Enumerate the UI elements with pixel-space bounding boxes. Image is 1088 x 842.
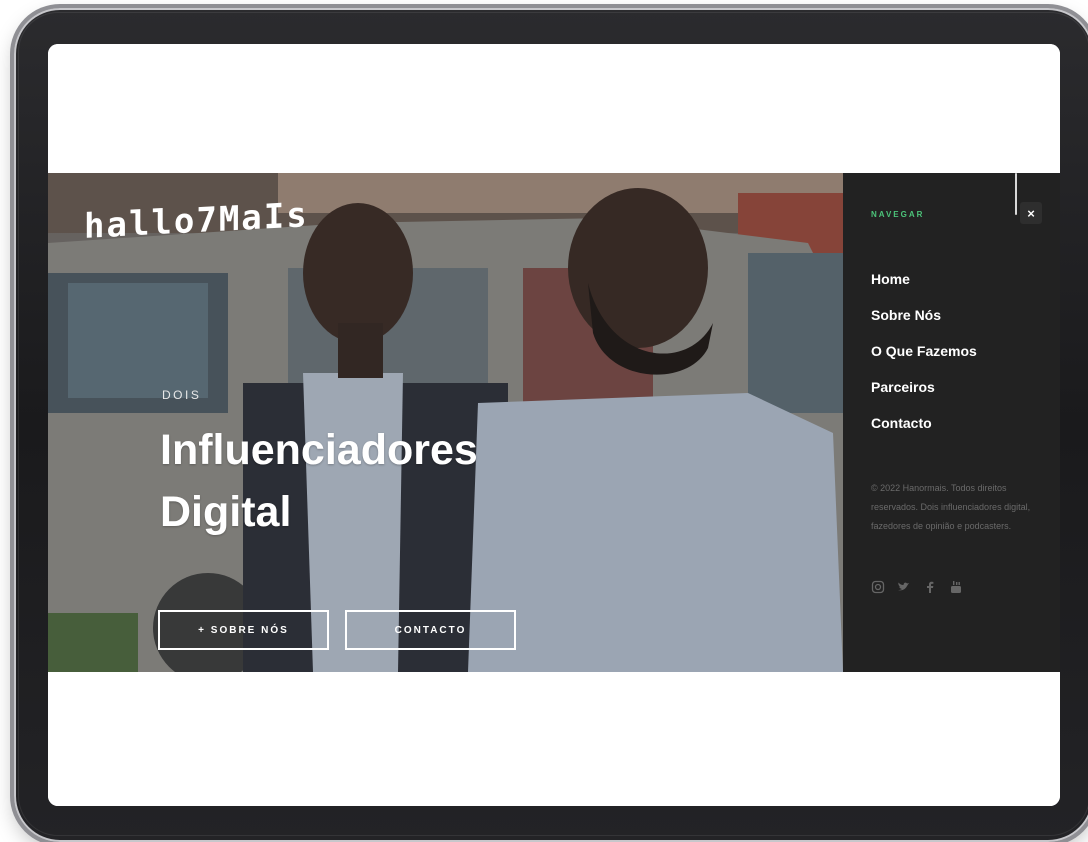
tablet-screen: hallo7MaIs DOIS Influenciadores Digital … (48, 44, 1060, 806)
about-button[interactable]: + SOBRE NÓS (158, 610, 329, 650)
nav-menu: Home Sobre Nós O Que Fazemos Parceiros C… (871, 265, 977, 445)
scrollbar[interactable] (1015, 173, 1017, 215)
nav-item-o-que-fazemos[interactable]: O Que Fazemos (871, 337, 977, 373)
instagram-icon[interactable] (871, 580, 885, 594)
nav-item-contacto[interactable]: Contacto (871, 409, 977, 445)
close-menu-button[interactable]: × (1020, 202, 1042, 224)
top-white-band (48, 44, 1060, 173)
hero-headline-line1: Influenciadores (160, 426, 478, 474)
social-links (871, 580, 963, 594)
nav-heading: NAVEGAR (871, 210, 925, 219)
copyright-text: © 2022 Hanormais. Todos direitos reserva… (871, 483, 1031, 531)
twitter-icon[interactable] (897, 580, 911, 594)
nav-item-sobre-nos[interactable]: Sobre Nós (871, 301, 977, 337)
facebook-icon[interactable] (923, 580, 937, 594)
navigation-panel: NAVEGAR × Home Sobre Nós O Que Fazemos P… (843, 173, 1060, 672)
contact-button[interactable]: CONTACTO (345, 610, 516, 650)
youtube-icon[interactable] (949, 580, 963, 594)
hero-headline-line2: Digital (160, 488, 292, 536)
hero-eyebrow: DOIS (162, 388, 202, 402)
hero-section: hallo7MaIs DOIS Influenciadores Digital … (48, 173, 843, 672)
bottom-white-band (48, 672, 1060, 806)
nav-item-home[interactable]: Home (871, 265, 977, 301)
hero-headline: Influenciadores Digital (160, 419, 580, 543)
nav-item-parceiros[interactable]: Parceiros (871, 373, 977, 409)
